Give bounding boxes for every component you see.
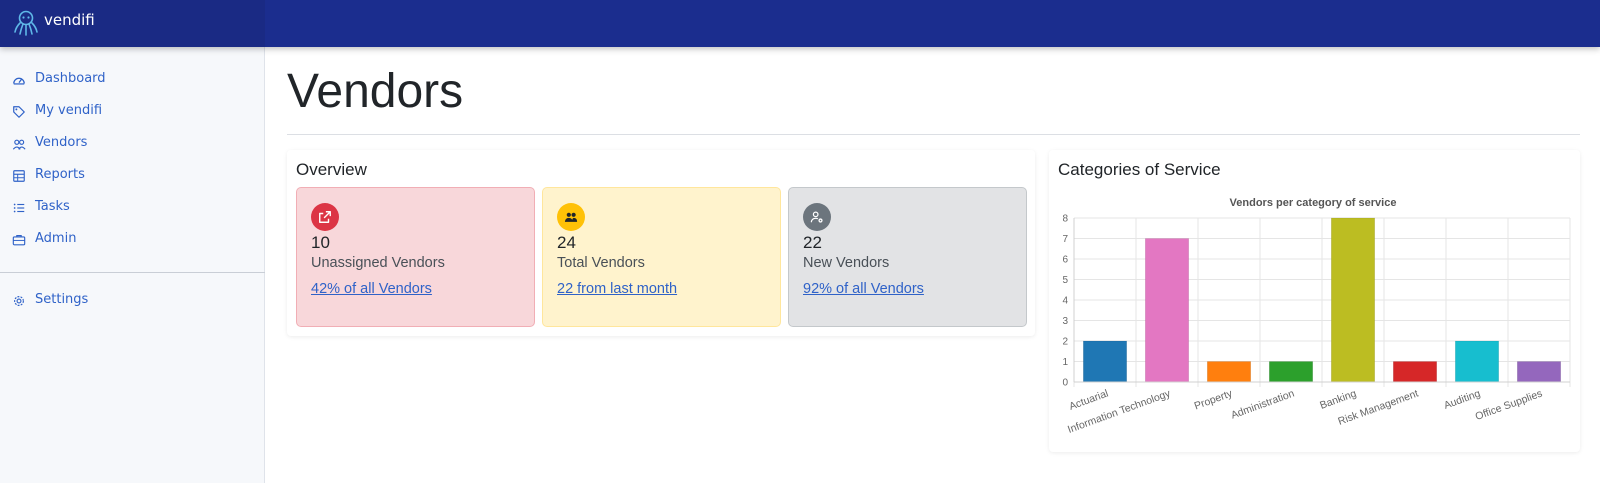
sidebar-item-settings[interactable]: Settings <box>12 288 88 310</box>
total-vendors-link[interactable]: 22 from last month <box>557 281 677 297</box>
bar-risk-management[interactable] <box>1392 361 1437 383</box>
y-tick-label: 4 <box>1062 296 1068 307</box>
chart-axes: 0 1 2 3 4 5 6 7 8 ActuarialInformation Technology… <box>1062 214 1570 436</box>
brand-name: vendifi <box>44 11 95 29</box>
sidebar-item-reports[interactable]: Reports <box>12 163 85 185</box>
table-icon <box>13 169 25 182</box>
person-gear-icon <box>810 211 823 223</box>
unassigned-vendors-link[interactable]: 42% of all Vendors <box>311 281 432 297</box>
bar-information-technology[interactable] <box>1145 238 1190 383</box>
sidebar-item-label: Reports <box>35 166 85 182</box>
sidebar-item-my-vendifi[interactable]: My vendifi <box>12 99 102 121</box>
sidebar-item-label: Settings <box>35 291 89 307</box>
title-divider <box>287 134 1580 135</box>
sidebar-item-admin[interactable]: Admin <box>12 227 76 249</box>
sidebar-item-tasks[interactable]: Tasks <box>12 195 70 217</box>
octopus-logo-icon <box>14 10 38 36</box>
y-tick-label: 2 <box>1062 337 1068 348</box>
stat-value: 10 <box>311 233 330 252</box>
gauge-icon <box>13 77 25 85</box>
y-tick-label: 8 <box>1062 214 1068 225</box>
chart-title: Vendors per category of service <box>1230 197 1397 209</box>
sidebar-divider <box>0 272 265 273</box>
stat-icon-badge <box>803 203 831 231</box>
stat-value: 24 <box>557 233 576 252</box>
tag-icon <box>13 105 25 118</box>
bar-auditing[interactable] <box>1454 340 1499 383</box>
sidebar-item-dashboard[interactable]: Dashboard <box>12 67 106 89</box>
sidebar-item-label: Vendors <box>35 134 88 150</box>
people-icon <box>564 212 578 222</box>
y-tick-label: 5 <box>1062 275 1068 286</box>
x-tick-label: Auditing <box>1442 387 1482 411</box>
categories-panel: Categories of Service Vendors per catego… <box>1049 150 1580 452</box>
overview-panel: Overview 10 Unassigned Vendors 42% of al… <box>287 150 1035 336</box>
y-tick-label: 1 <box>1062 357 1068 368</box>
external-link-icon <box>319 211 331 223</box>
bar-office-supplies[interactable] <box>1516 361 1561 383</box>
unassigned-vendors-card: 10 Unassigned Vendors 42% of all Vendors <box>296 187 535 327</box>
new-vendors-link[interactable]: 92% of all Vendors <box>803 281 924 297</box>
page-title: Vendors <box>287 65 464 118</box>
stat-label: Unassigned Vendors <box>311 255 445 271</box>
sidebar-item-label: Admin <box>35 230 77 246</box>
total-vendors-card: 24 Total Vendors 22 from last month <box>542 187 781 327</box>
overview-title: Overview <box>296 160 367 179</box>
y-tick-label: 6 <box>1062 255 1068 266</box>
stat-icon-badge <box>557 203 585 231</box>
y-tick-label: 3 <box>1062 316 1068 327</box>
bar-administration[interactable] <box>1269 361 1314 383</box>
y-tick-label: 7 <box>1062 234 1068 245</box>
users-icon <box>12 139 26 150</box>
category-bar-chart: Vendors per category of service 0 1 2 3 4 5 6 7… <box>1062 197 1571 436</box>
list-icon <box>13 203 25 212</box>
bar-property[interactable] <box>1207 361 1252 383</box>
x-tick-label: Actuarial <box>1068 388 1110 413</box>
stat-label: Total Vendors <box>557 255 645 271</box>
sidebar-item-label: Tasks <box>35 198 70 214</box>
gear-icon <box>14 295 24 306</box>
sidebar: Dashboard My vendifi Vendors Reports Tas… <box>0 47 265 483</box>
brand-logo[interactable]: vendifi <box>12 9 95 37</box>
bar-actuarial[interactable] <box>1082 340 1128 383</box>
x-tick-label: Banking <box>1318 387 1358 411</box>
sidebar-item-label: Dashboard <box>35 70 106 86</box>
x-tick-label: Information Technology <box>1066 387 1173 436</box>
x-tick-label: Office Supplies <box>1474 388 1544 423</box>
x-tick-label: Administration <box>1229 387 1296 421</box>
top-navbar: vendifi <box>0 0 1600 47</box>
bar-banking[interactable] <box>1330 217 1375 383</box>
x-tick-label: Property <box>1193 387 1235 412</box>
new-vendors-card: 22 New Vendors 92% of all Vendors <box>788 187 1027 327</box>
sidebar-item-vendors[interactable]: Vendors <box>12 131 87 153</box>
y-tick-label: 0 <box>1062 378 1068 389</box>
stat-label: New Vendors <box>803 255 890 271</box>
briefcase-icon <box>12 234 26 245</box>
stat-icon-badge <box>311 203 339 231</box>
stat-value: 22 <box>803 233 822 252</box>
sidebar-item-label: My vendifi <box>35 102 103 118</box>
